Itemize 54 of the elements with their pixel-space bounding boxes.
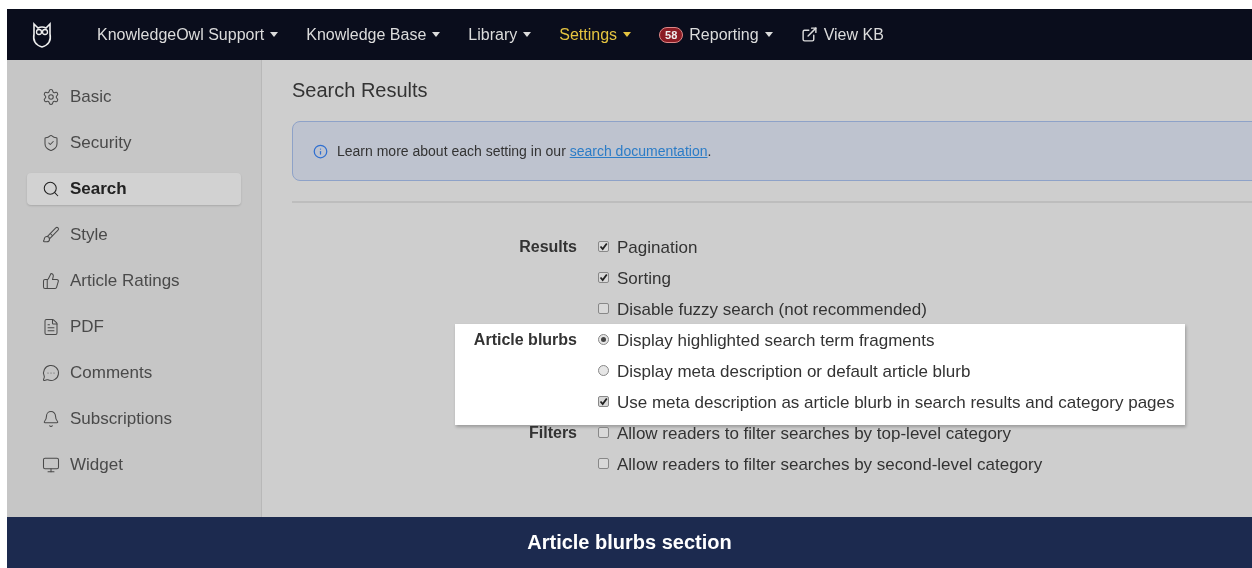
nav-menu-item[interactable]: Knowledge Base	[306, 25, 441, 44]
section-label: Article blurbs	[472, 330, 577, 350]
option-label: Pagination	[617, 238, 698, 258]
option-label: Sorting	[617, 269, 671, 289]
sidebar-item[interactable]: PDF	[27, 311, 241, 343]
caret-icon	[764, 32, 773, 37]
document-icon	[42, 318, 60, 336]
section-label: Results	[518, 237, 577, 257]
sidebar-item[interactable]: Comments	[27, 357, 241, 389]
info-icon	[313, 143, 328, 159]
option-label: Disable fuzzy search (not recommended)	[617, 300, 927, 320]
checkbox[interactable]	[598, 272, 609, 283]
sidebar-item[interactable]: Basic	[27, 81, 241, 113]
sidebar-item[interactable]: Subscriptions	[27, 403, 241, 435]
nav-menu-item[interactable]: Library	[468, 25, 532, 44]
sidebar-item[interactable]: Widget	[27, 449, 241, 481]
option-label: Display meta description or default article blurb	[617, 362, 971, 382]
option-label: Allow readers to filter searches by second-level category	[617, 455, 1043, 475]
settings-icon	[42, 88, 60, 106]
nav-menu-item[interactable]: View KB	[800, 25, 884, 44]
option-label: Allow readers to filter searches by top-level category	[617, 424, 1011, 444]
checkbox[interactable]	[598, 396, 609, 407]
monitor-icon	[42, 456, 60, 474]
checkbox[interactable]	[598, 303, 609, 314]
nav-menu-item[interactable]: Settings	[559, 25, 632, 44]
nav-menu-item[interactable]: KnowledgeOwl Support	[97, 25, 279, 44]
caret-icon	[623, 32, 632, 37]
caret-icon	[432, 32, 441, 37]
caret-icon	[270, 32, 279, 37]
page-title: Search Results	[292, 79, 429, 102]
sidebar-item[interactable]: Style	[27, 219, 241, 251]
speech-bubble-icon	[42, 364, 60, 382]
nav-menu-item[interactable]: 58 Reporting	[659, 25, 773, 44]
search-icon	[42, 180, 60, 198]
checkbox[interactable]	[598, 241, 609, 252]
shield-icon	[42, 134, 60, 152]
sidebar-item[interactable]: Search	[27, 173, 241, 205]
option-label: Use meta description as article blurb in search results and category pages	[617, 393, 1175, 413]
sidebar-item[interactable]: Security	[27, 127, 241, 159]
external-link-icon	[800, 26, 818, 43]
checkbox[interactable]	[598, 427, 609, 438]
count-badge: 58	[659, 26, 684, 43]
sidebar-item[interactable]: Article Ratings	[27, 265, 241, 297]
checkbox[interactable]	[598, 458, 609, 469]
radio-button[interactable]	[598, 334, 609, 345]
caret-icon	[523, 32, 532, 37]
info-text: Learn more about each setting in our search documentation.	[337, 143, 712, 159]
section-label: Filters	[528, 423, 577, 443]
brush-icon	[42, 226, 60, 244]
option-label: Display highlighted search term fragments	[617, 331, 935, 351]
thumbs-up-icon	[42, 272, 60, 290]
radio-button[interactable]	[598, 365, 609, 376]
caption-banner: Article blurbs section	[7, 517, 1252, 568]
bell-icon	[42, 410, 60, 428]
